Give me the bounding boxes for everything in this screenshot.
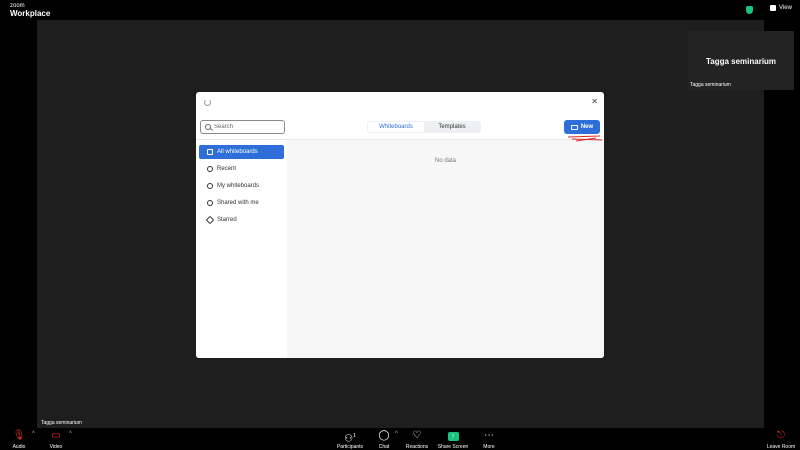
participants-icon: ⚇1 [344,433,356,445]
chat-label: Chat [378,444,390,450]
more-dots-icon: ⋯ [484,430,494,441]
users-icon [207,200,213,206]
leave-room-label: Leave Room [766,444,796,450]
search-input[interactable] [214,124,284,130]
close-icon[interactable]: ✕ [591,98,598,106]
whiteboard-sidebar: All whiteboards Recent My whiteboards Sh… [196,140,287,358]
tab-whiteboards[interactable]: Whiteboards [368,122,424,132]
security-shield-icon[interactable] [746,6,753,14]
sidebar-item-label: Starred [217,217,237,223]
view-label: View [779,5,792,11]
self-view-display-name: Tagga seminarium [705,57,777,66]
main-participant-name: Tagga seminarium [38,418,85,428]
sidebar-item-all-whiteboards[interactable]: All whiteboards [199,145,284,159]
view-grid-icon [770,5,776,11]
audio-button[interactable]: 🎙 Audio [4,430,34,450]
meeting-toolbar: 🎙 Audio ^ ▭ Video ^ ⚇1 Participants ◯ Ch… [0,428,800,450]
participants-button[interactable]: ⚇1 Participants [335,430,365,450]
video-button[interactable]: ▭ Video [41,430,71,450]
sidebar-item-my-whiteboards[interactable]: My whiteboards [199,179,284,193]
red-annotation-scribble [567,135,603,142]
leave-door-icon: ⎋ [777,430,785,441]
participants-label: Participants [336,444,364,450]
sidebar-item-label: Recent [217,166,237,172]
new-button-label: New [580,124,594,130]
more-label: More [483,444,495,450]
participants-count: 1 [353,433,356,439]
search-box[interactable] [200,120,285,134]
video-options-chevron-icon[interactable]: ^ [69,431,72,437]
whiteboard-tabs: Whiteboards Templates [367,121,481,133]
whiteboard-dialog: ✕ Whiteboards Templates New All whiteboa… [196,92,604,358]
empty-state-text: No data [434,158,456,164]
share-screen-label: Share Screen [437,444,469,450]
whiteboard-list-area: No data [287,140,604,358]
sidebar-item-label: My whiteboards [217,183,260,189]
user-icon [207,183,213,189]
reactions-button[interactable]: ♡ Reactions [402,430,432,450]
leave-room-button[interactable]: ⎋ Leave Room [764,430,798,450]
audio-label: Audio [12,444,26,450]
video-label: Video [49,444,63,450]
tab-templates[interactable]: Templates [424,122,480,132]
chat-options-chevron-icon[interactable]: ^ [395,431,398,437]
zoom-workplace-logo: zoom Workplace [10,3,50,18]
search-icon [205,124,211,130]
camera-off-icon: ▭ [51,430,61,441]
new-whiteboard-button[interactable]: New [564,120,600,134]
view-button[interactable]: View [770,5,792,11]
audio-options-chevron-icon[interactable]: ^ [32,431,35,437]
refresh-icon[interactable] [204,99,211,106]
brand-bottom: Workplace [10,9,51,18]
reactions-label: Reactions [405,444,429,450]
share-screen-button[interactable]: ↑ Share Screen [436,430,470,450]
self-view-tile[interactable]: Tagga seminarium Tagga seminarium [688,31,794,90]
sidebar-item-recent[interactable]: Recent [199,162,284,176]
sidebar-item-starred[interactable]: Starred [199,213,284,227]
more-button[interactable]: ⋯ More [474,430,504,450]
self-view-name-tag: Tagga seminarium [690,82,731,88]
sidebar-item-label: All whiteboards [217,149,258,155]
microphone-muted-icon: 🎙 [12,430,26,441]
star-icon [205,215,215,225]
clock-icon [207,166,213,172]
heart-icon: ♡ [412,430,422,441]
sidebar-item-shared-with-me[interactable]: Shared with me [199,196,284,210]
zoom-meeting-window: zoom Workplace View Tagga seminarium Tag… [0,0,800,450]
folder-icon [207,149,213,155]
new-whiteboard-icon [570,124,578,130]
share-screen-icon: ↑ [436,430,470,442]
sidebar-item-label: Shared with me [217,200,259,206]
